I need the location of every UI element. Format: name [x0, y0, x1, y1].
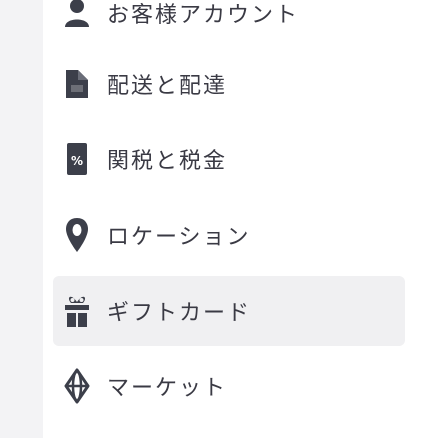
account-icon [63, 0, 91, 31]
menu-item-account[interactable]: お客様アカウント [53, 0, 405, 48]
left-strip [0, 0, 43, 438]
menu-item-label: ロケーション [107, 225, 251, 250]
globe-icon [63, 368, 91, 404]
gift-icon [63, 293, 91, 329]
menu-item-gift-card[interactable]: ギフトカード [53, 276, 405, 346]
shipping-icon [63, 66, 91, 102]
tax-icon: % [63, 141, 91, 177]
menu-item-label: マーケット [107, 376, 228, 401]
menu-item-label: 関税と税金 [107, 149, 228, 174]
menu-item-markets[interactable]: マーケット [53, 351, 405, 421]
location-pin-icon [63, 217, 91, 253]
menu-item-label: ギフトカード [107, 301, 252, 326]
svg-text:%: % [71, 154, 83, 168]
menu-item-shipping[interactable]: 配送と配達 [53, 49, 405, 119]
menu-item-location[interactable]: ロケーション [53, 200, 405, 270]
menu-item-taxes[interactable]: % 関税と税金 [53, 124, 405, 194]
settings-menu-panel: お客様アカウント 配送と配達 % 関税と税金 ロケーション ギフトカード マーケ… [43, 0, 438, 438]
menu-item-label: お客様アカウント [107, 3, 300, 28]
menu-item-label: 配送と配達 [107, 74, 228, 99]
